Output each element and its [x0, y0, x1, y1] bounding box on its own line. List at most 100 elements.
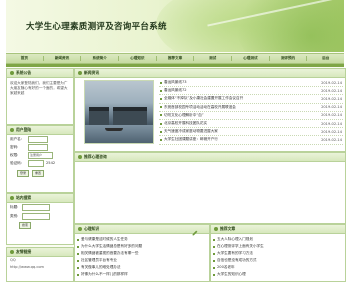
- password-input[interactable]: [28, 143, 48, 151]
- list-item-title[interactable]: 社区管理员平台有专业: [81, 258, 117, 263]
- bullet-icon: [77, 252, 79, 255]
- bullet-icon: [77, 259, 79, 262]
- news-item-title[interactable]: 春运风景线72: [164, 88, 310, 93]
- news-item-title[interactable]: 大学生社团课题讲座：邮储开户行: [164, 137, 310, 142]
- list-item-title[interactable]: 相关情绪被重视的首要办法有哪一些: [81, 251, 139, 256]
- search-panel: 站内搜索 标题: 类别: 搜索: [6, 193, 74, 245]
- news-item-title[interactable]: 东莞首部校园专项活动活动在高校开展联谊会: [164, 105, 310, 110]
- login-button[interactable]: 登录: [17, 170, 30, 177]
- news-item[interactable]: 东莞首部校园专项活动活动在高校开展联谊会 2019-02-14: [159, 104, 343, 112]
- list-item[interactable]: 大学生的知识心理: [213, 271, 343, 278]
- news-item[interactable]: 大学生社团课题讲座：邮储开户行 2019-02-14: [159, 136, 343, 145]
- nav-item-appointment[interactable]: 测评预约: [270, 56, 307, 61]
- bullet-icon: [160, 122, 162, 125]
- list-item-title[interactable]: 大学生的知识心理: [217, 272, 246, 277]
- news-item-date: 2019-02-14: [321, 129, 342, 134]
- captcha-code[interactable]: 2542: [46, 161, 55, 165]
- list-item-title[interactable]: 好像为什么不一样儿的那样样: [81, 272, 128, 277]
- nav-item-admin[interactable]: 后台: [307, 56, 344, 61]
- list-item-title[interactable]: 为什么大学生活情绪总是有好多的问题: [81, 244, 142, 249]
- bullet-icon: [77, 273, 79, 276]
- list-item[interactable]: 社区管理员平台有专业: [77, 257, 207, 264]
- news-item-title[interactable]: 春运风景线73: [164, 80, 310, 85]
- news-item[interactable]: 天气速度冷成家庭动物要进屋大家 2019-02-14: [159, 128, 343, 137]
- role-label: 权限:: [10, 152, 19, 157]
- list-item-title[interactable]: 200名老年: [217, 265, 235, 270]
- list-item-title[interactable]: 大学生要有的学习方法: [217, 251, 253, 256]
- bullet-icon: [160, 81, 162, 84]
- list-item-title[interactable]: 爱与健康是这时候的人生任务: [81, 237, 128, 242]
- news-item[interactable]: 切勿文化心理解析中“血” 2019-02-14: [159, 112, 343, 120]
- notice-title: 系统公告: [16, 70, 32, 75]
- links-panel: 友情链接 QQ http://www.qq.com: [6, 247, 74, 282]
- bullet-icon: [160, 130, 162, 133]
- news-item-date: 2019-02-14: [321, 113, 342, 118]
- list-item[interactable]: 大学生要有的学习方法: [213, 250, 343, 257]
- search-title-input[interactable]: [22, 204, 50, 211]
- page: 大学生心理素质测评及咨询平台系统 首页 新闻资讯 系统简介 心理知识 推荐文章 …: [6, 0, 346, 282]
- list-item-title[interactable]: 五大人际心理入门规划: [217, 237, 253, 242]
- search-type-label: 类别:: [10, 214, 19, 218]
- role-select[interactable]: 注册用户: [28, 151, 53, 159]
- news-list: 春运风景线73 2019-02-14 春运风景线72 2019-02-14 全媒体“…: [159, 79, 343, 145]
- nav-item-news[interactable]: 新闻资讯: [44, 56, 81, 61]
- bullet-icon: [214, 227, 218, 231]
- list-item[interactable]: 为什么大学生活情绪总是有好多的问题: [77, 243, 207, 250]
- list-item[interactable]: 五大人际心理入门规划: [213, 236, 343, 243]
- list-item-title[interactable]: 有关做事儿的难处理办法: [81, 265, 121, 270]
- news-item-title[interactable]: 切勿文化心理解析中“血”: [164, 113, 310, 118]
- list-item[interactable]: 好像为什么不一样儿的那样样: [77, 271, 207, 278]
- list-item[interactable]: 200名老年: [213, 264, 343, 271]
- bullet-icon: [160, 106, 162, 109]
- news-item-date: 2019-02-14: [321, 88, 342, 93]
- bullet-icon: [213, 273, 215, 276]
- news-item-title[interactable]: 北京高校开展科技团队花实: [164, 121, 310, 126]
- news-item[interactable]: 全媒体“不掉队”及小康社会建置开展工作会议召开 2019-02-14: [159, 95, 343, 104]
- nav-item-knowledge[interactable]: 心理知识: [119, 56, 156, 61]
- news-item[interactable]: 春运风景线73 2019-02-14: [159, 79, 343, 88]
- link-item[interactable]: http://www.qq.com: [7, 264, 73, 271]
- list-item[interactable]: 在心理测评学上面有关小学生: [213, 243, 343, 250]
- news-item-date: 2019-02-14: [321, 105, 342, 110]
- list-item-title[interactable]: 自信也是没有成功的方式: [217, 258, 257, 263]
- nav-item-intro[interactable]: 系统简介: [81, 56, 118, 61]
- bullet-icon: [10, 128, 14, 132]
- username-row: 用户名:: [7, 135, 73, 143]
- password-label: 密码:: [10, 144, 19, 149]
- link-item[interactable]: QQ: [7, 257, 73, 264]
- role-row: 权限: 注册用户: [7, 151, 73, 159]
- nav-item-test[interactable]: 测试: [194, 56, 231, 61]
- nav-item-psych-test[interactable]: 心理测试: [232, 56, 269, 61]
- username-input[interactable]: [28, 135, 48, 143]
- bullet-icon: [213, 259, 215, 262]
- news-item-title[interactable]: 天气速度冷成家庭动物要进屋大家: [164, 129, 310, 134]
- username-label: 用户名:: [10, 136, 22, 141]
- knowledge-list: 爱与健康是这时候的人生任务 为什么大学生活情绪总是有好多的问题 相关情绪被重视的…: [75, 234, 209, 280]
- panel-header: 系统公告: [7, 69, 73, 78]
- list-item-title[interactable]: 在心理测评学上面有关小学生: [217, 244, 264, 249]
- search-type-select[interactable]: [22, 213, 50, 220]
- list-item[interactable]: 自信也是没有成功的方式: [213, 257, 343, 264]
- reset-button[interactable]: 重置: [32, 170, 45, 177]
- list-item[interactable]: 有关做事儿的难处理办法: [77, 264, 207, 271]
- news-item-date: 2019-02-14: [321, 121, 342, 126]
- news-title: 新闻资讯: [84, 70, 100, 75]
- captcha-input[interactable]: [28, 159, 44, 167]
- notice-panel: 系统公告 欢迎大家登陆我们，我们主要是为广大朋友随心有好的一个面的，希望大家越来…: [6, 68, 74, 125]
- bullet-icon: [78, 71, 82, 75]
- news-item[interactable]: 春运风景线72 2019-02-14: [159, 87, 343, 96]
- search-button[interactable]: 搜索: [19, 222, 32, 229]
- bullet-icon: [77, 238, 79, 241]
- news-item[interactable]: 北京高校开展科技团队花实 2019-02-14: [159, 120, 343, 129]
- nav-item-articles[interactable]: 推荐文章: [157, 56, 194, 61]
- bullet-icon: [213, 266, 215, 269]
- news-photo[interactable]: [84, 80, 154, 144]
- news-item-title[interactable]: 全媒体“不掉队”及小康社会建置开展工作会议召开: [164, 96, 310, 101]
- nav-item-home[interactable]: 首页: [6, 56, 43, 61]
- bullet-icon: [77, 266, 79, 269]
- search-type-row: 类别:: [7, 212, 73, 221]
- news-panel: 新闻资讯 春运风景线73 2019-02-14 春运风景线72 2019-02-14…: [74, 68, 346, 152]
- list-item[interactable]: 相关情绪被重视的首要办法有哪一些: [77, 250, 207, 257]
- news-item-date: 2019-02-14: [321, 137, 342, 142]
- list-item[interactable]: 爱与健康是这时候的人生任务: [77, 236, 207, 243]
